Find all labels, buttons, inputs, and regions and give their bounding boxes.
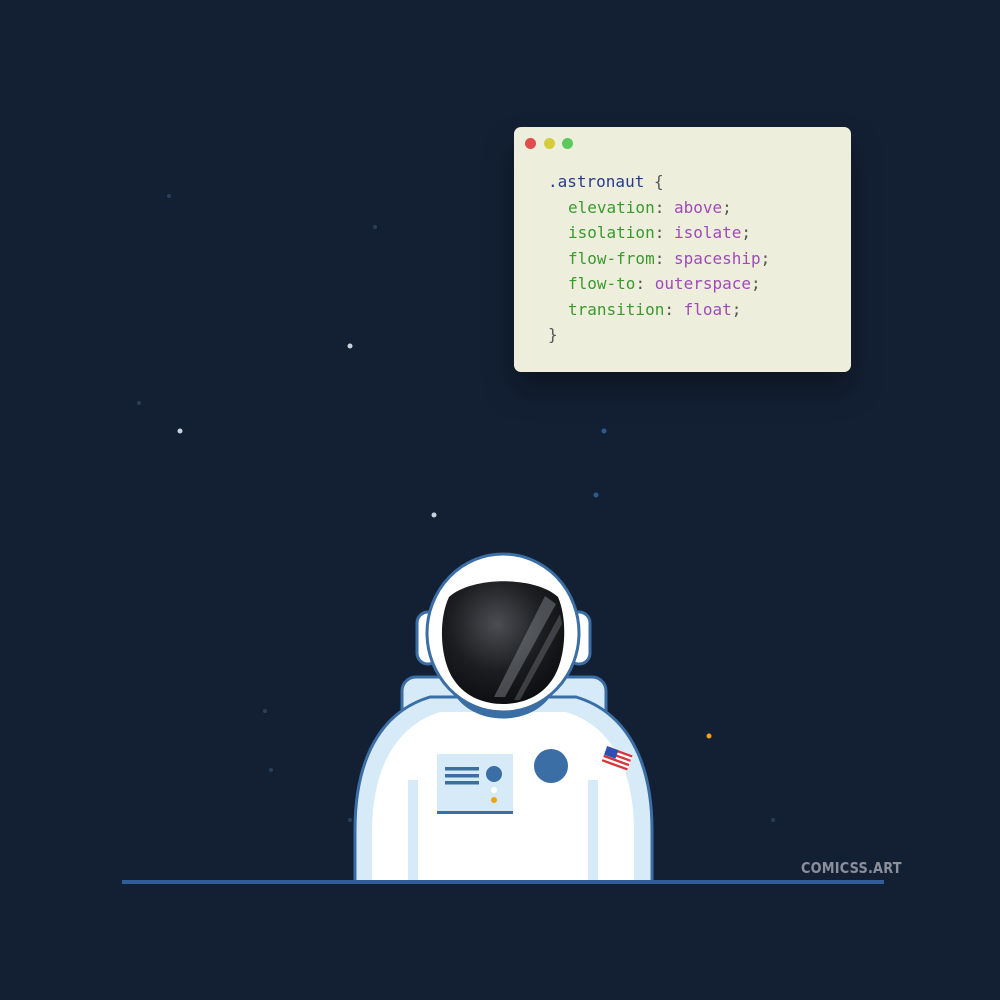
css-value: outerspace [654,274,752,293]
css-property: flow-to [568,274,636,293]
code-line: elevation: above; [568,197,732,217]
panel-knob [486,766,502,782]
chest-panel-base [437,811,513,814]
css-value: float [683,299,732,319]
arm-gap-right [588,780,598,882]
panel-line [445,774,479,778]
star [373,225,377,229]
css-property: flow-from [568,248,655,268]
css-property: transition [568,299,665,319]
window-close-dot[interactable] [525,138,536,149]
star [269,768,273,772]
star [601,428,607,434]
ground-line [122,880,884,884]
css-selector: .astronaut [548,172,645,191]
css-property: isolation [568,223,655,242]
star [137,401,141,405]
code-line-selector: .astronaut { [548,169,770,195]
arm-gap-left [408,780,418,882]
css-value: above [673,197,723,217]
panel-line [445,781,479,785]
star [431,512,437,518]
credit-text: COMICSS.ART [801,859,902,877]
code-window: .astronaut {elevation: above; isolation: … [514,127,851,372]
code-line: flow-to: outerspace; [568,274,761,293]
open-brace: { [653,172,664,191]
panel-light-white [491,787,497,793]
code-line: transition: float; [568,299,742,319]
star [263,709,267,713]
astronaut [353,552,654,884]
code-line: isolation: isolate; [568,223,752,242]
css-code: .astronaut {elevation: above; isolation: … [548,169,770,348]
star [593,492,599,498]
star [348,818,352,822]
css-property: elevation [568,197,655,217]
star [771,818,775,822]
star [177,428,183,434]
css-value: spaceship [673,248,761,268]
close-brace: } [548,325,558,344]
panel-line [445,767,479,771]
star [706,733,712,739]
panel-light-orange [491,797,497,803]
code-line-close: } [548,322,770,348]
window-maximize-dot[interactable] [562,138,573,149]
star [167,194,171,198]
star [347,343,353,349]
css-value: isolate [673,223,742,242]
window-minimize-dot[interactable] [544,138,555,149]
chest-badge [534,749,568,783]
code-line: flow-from: spaceship; [568,248,771,268]
